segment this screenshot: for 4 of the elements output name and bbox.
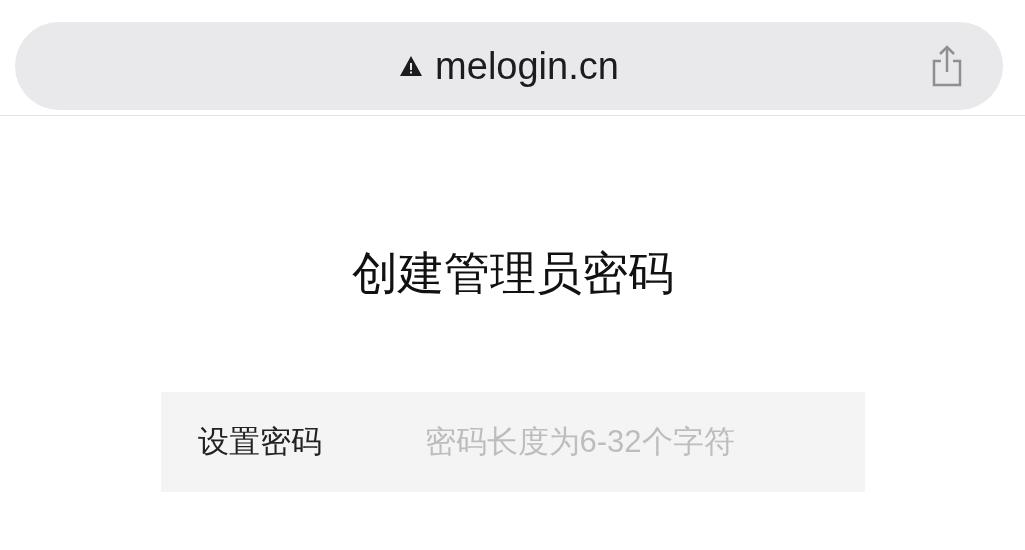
page-title: 创建管理员密码: [350, 246, 675, 300]
url-text: melogin.cn: [435, 44, 619, 88]
field-label: 设置密码: [197, 423, 323, 461]
address-bar[interactable]: melogin.cn: [15, 22, 1003, 110]
